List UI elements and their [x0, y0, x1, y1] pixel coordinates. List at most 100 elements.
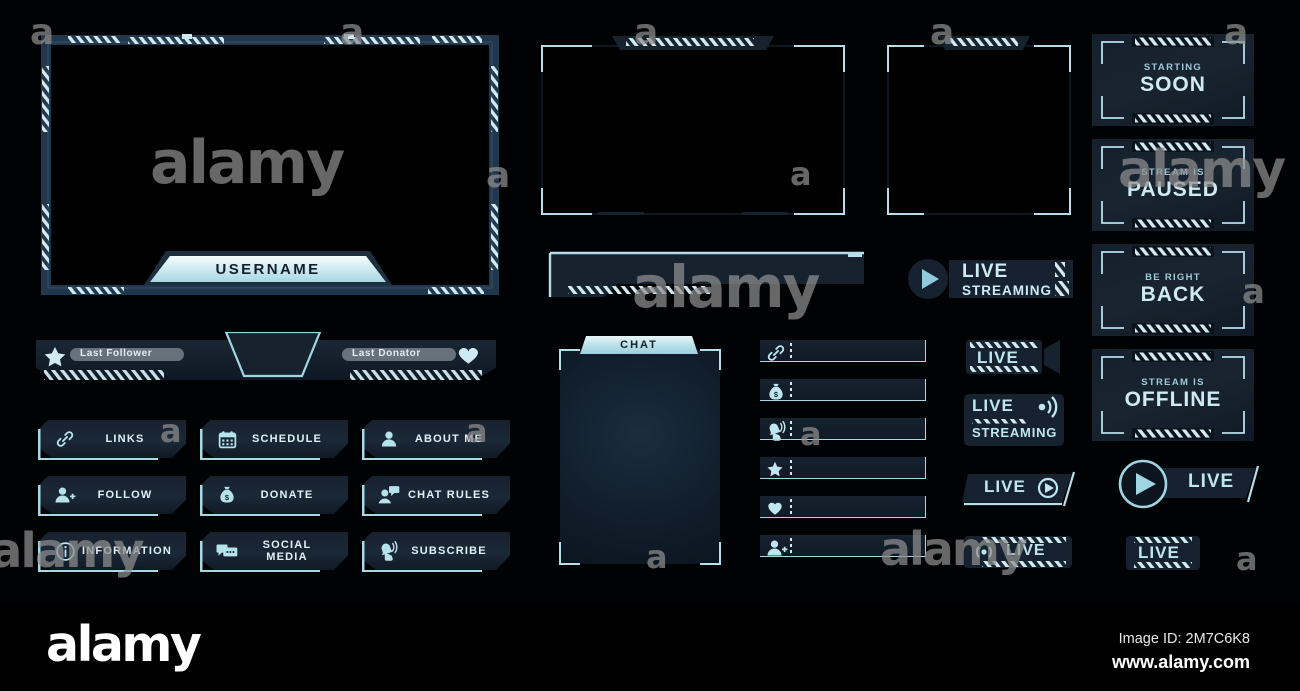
action-button-face[interactable]: LINKS [38, 420, 186, 458]
status-panel-list: STARTING SOON STREAM IS PAUSED BE RIGHT … [1092, 34, 1262, 441]
live-badge-film[interactable]: LIVE [962, 336, 1066, 378]
icon-row-background [760, 496, 926, 518]
money-bag-icon: $ [766, 382, 783, 400]
action-button-face[interactable]: CHAT RULES [362, 476, 510, 514]
button-left-edge [362, 485, 365, 516]
link-icon [766, 343, 785, 361]
action-button-label: INFORMATION [82, 545, 172, 557]
action-button-information[interactable]: INFORMATION [38, 532, 186, 572]
icon-row-background [760, 457, 926, 479]
action-button-face[interactable]: ABOUT ME [362, 420, 510, 458]
button-bottom-edge [364, 513, 482, 516]
icon-row-right-edge [924, 379, 926, 401]
username-plate-face: USERNAME [150, 256, 386, 282]
live-badge-plain[interactable]: LIVE [1124, 534, 1202, 572]
follower-bar-graphic [36, 330, 496, 380]
action-button-face[interactable]: FOLLOW [38, 476, 186, 514]
bell-click-icon [766, 420, 786, 441]
status-panel-title: BACK [1092, 284, 1254, 306]
alamy-logo: alamy [46, 616, 202, 673]
icon-row-user-add[interactable] [760, 535, 926, 557]
action-button-follow[interactable]: FOLLOW [38, 476, 186, 516]
last-donator-label: Last Donator [352, 348, 421, 359]
status-panel-subtitle: STREAM IS [1141, 167, 1205, 178]
icon-row-underline [760, 360, 926, 362]
icon-row-right-edge [924, 535, 926, 557]
banner-graphic [548, 251, 864, 297]
action-button-face[interactable]: SCHEDULE [200, 420, 348, 458]
button-left-edge [362, 541, 365, 572]
icon-row-right-edge [924, 418, 926, 440]
action-button-face[interactable]: SUBSCRIBE [362, 532, 510, 570]
follower-donator-bar: Last Follower Last Donator [30, 330, 502, 390]
username-plate: USERNAME [150, 256, 386, 282]
chat-panel: CHAT [552, 336, 728, 572]
icon-row-list: $ [760, 340, 930, 572]
live-play-large-label: LIVE [1188, 471, 1235, 492]
live-badge-streaming-wifi[interactable]: LIVE STREAMING [962, 392, 1066, 448]
status-panel-subtitle: STREAM IS [1141, 377, 1205, 388]
user-chat-icon [372, 485, 406, 505]
button-grid: LINKS SCHEDULE ABOUT ME FOLLOW $ DONATE … [38, 420, 518, 580]
chat-title: CHAT [620, 339, 658, 351]
action-button-face[interactable]: SOCIAL MEDIA [200, 532, 348, 570]
button-left-edge [200, 541, 203, 572]
action-button-face[interactable]: $ DONATE [200, 476, 348, 514]
action-button-schedule[interactable]: SCHEDULE [200, 420, 348, 460]
link-icon [48, 429, 82, 449]
action-button-chat-rules[interactable]: CHAT RULES [362, 476, 510, 516]
action-button-about-me[interactable]: ABOUT ME [362, 420, 510, 460]
action-button-label: FOLLOW [97, 489, 153, 501]
live-badge-signal[interactable]: LIVE [962, 534, 1074, 570]
image-id-label: Image ID: 2M7C6K8 [1118, 631, 1250, 647]
icon-row-divider [790, 460, 792, 476]
icon-row-link[interactable] [760, 340, 926, 362]
button-bottom-edge [364, 457, 482, 460]
alamy-footer: alamy Image ID: 2M7C6K8 www.alamy.com [0, 605, 1300, 691]
action-button-subscribe[interactable]: SUBSCRIBE [362, 532, 510, 572]
icon-row-money-bag[interactable]: $ [760, 379, 926, 401]
status-panel-title: SOON [1092, 74, 1254, 96]
icon-row-star[interactable] [760, 457, 926, 479]
webcam-square-graphic [887, 36, 1071, 215]
lower-third-banner [548, 250, 866, 304]
action-button-donate[interactable]: $ DONATE [200, 476, 348, 516]
action-button-social-media[interactable]: SOCIAL MEDIA [200, 532, 348, 572]
action-button-label: SUBSCRIBE [411, 545, 487, 557]
icon-row-divider [790, 538, 792, 554]
chat-title-tab: CHAT [580, 336, 698, 354]
action-button-links[interactable]: LINKS [38, 420, 186, 460]
action-button-label: SCHEDULE [251, 433, 323, 445]
action-button-face[interactable]: INFORMATION [38, 532, 186, 570]
status-panel-back: BE RIGHT BACK [1092, 244, 1254, 336]
icon-row-underline [760, 399, 926, 401]
alamy-website-url: www.alamy.com [1111, 652, 1250, 672]
icon-row-underline [760, 477, 926, 479]
button-bottom-edge [202, 569, 320, 572]
icon-row-divider [790, 499, 792, 515]
button-left-edge [200, 429, 203, 460]
status-panel-state: OFFLINE [1124, 388, 1222, 411]
button-left-edge [38, 429, 41, 460]
status-panel-paused: STREAM IS PAUSED [1092, 139, 1254, 231]
icon-row-right-edge [924, 457, 926, 479]
status-panel-state: BACK [1140, 283, 1206, 306]
user-add-icon [48, 485, 82, 505]
icon-row-divider [790, 343, 792, 359]
icon-row-right-edge [924, 340, 926, 362]
live-badge-play-large[interactable]: LIVE [1108, 458, 1260, 512]
button-left-edge [362, 429, 365, 460]
status-panel-state: PAUSED [1127, 178, 1219, 201]
icon-row-bell-click[interactable] [760, 418, 926, 441]
live-badge-streaming-play[interactable]: LIVE STREAMING [905, 256, 1077, 306]
live-badge-play-small[interactable]: LIVE [962, 470, 1080, 510]
main-webcam-frame: USERNAME [32, 26, 508, 304]
icon-row-heart[interactable] [760, 496, 926, 518]
live-streaming-play-line2: STREAMING [962, 283, 1052, 298]
live-film-label: LIVE [977, 348, 1019, 367]
icon-row-divider [790, 421, 792, 437]
live-play-large-graphic [1118, 459, 1260, 509]
button-bottom-edge [202, 513, 320, 516]
action-button-label: SOCIAL MEDIA [262, 539, 312, 563]
button-bottom-edge [364, 569, 482, 572]
